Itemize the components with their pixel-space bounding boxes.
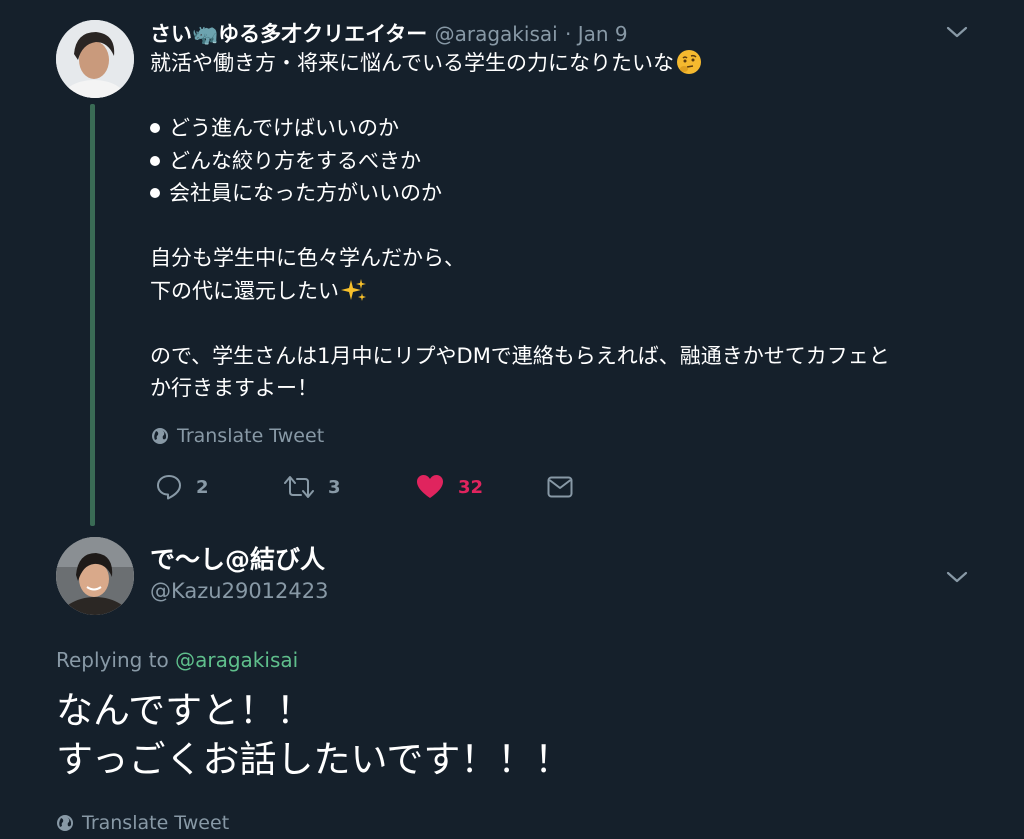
tweet-line: 下の代に還元したい (150, 275, 980, 308)
avatar[interactable] (56, 537, 134, 615)
like-button[interactable]: 32 (416, 474, 483, 500)
tweet-line: 就活や働き方・将来に悩んでいる学生の力になりたいな (150, 47, 980, 80)
avatar[interactable] (56, 20, 134, 98)
chevron-down-icon (946, 26, 968, 38)
tweet-date[interactable]: · Jan 9 (565, 22, 628, 46)
sparkles-emoji-icon (341, 278, 366, 301)
reply-line: すっごくお話したいです！！！ (56, 738, 572, 781)
retweet-button[interactable]: 3 (284, 474, 341, 500)
reply-line: なんですと！！ (56, 689, 314, 732)
retweet-count: 3 (328, 476, 341, 498)
bullet-dot (150, 155, 160, 166)
reply-count: 2 (196, 476, 209, 498)
reply-author-name[interactable]: で〜し@結び人 (150, 540, 325, 576)
replying-to-mention[interactable]: @aragakisai (175, 648, 298, 672)
envelope-icon (547, 476, 573, 498)
translate-tweet-link[interactable]: Translate Tweet (56, 812, 229, 834)
more-menu-button[interactable] (945, 20, 969, 48)
direct-message-button[interactable] (547, 475, 587, 499)
translate-label: Translate Tweet (82, 812, 230, 834)
tweet-line: 自分も学生中に色々学んだから、 (150, 246, 465, 270)
translate-tweet-link[interactable]: Translate Tweet (151, 425, 324, 447)
bullet-dot (150, 188, 160, 199)
reply-author-handle[interactable]: @Kazu29012423 (150, 579, 329, 603)
bullet-item: 会社員になった方がいいのか (150, 177, 980, 210)
chevron-down-icon (946, 571, 968, 583)
thinking-face-emoji-icon (676, 50, 701, 74)
tweet-body: 就活や働き方・将来に悩んでいる学生の力になりたいな どう進んでけばいいのか どん… (150, 47, 980, 405)
retweet-icon (284, 476, 314, 498)
thread-connector-line (90, 104, 95, 526)
like-count: 32 (458, 476, 484, 498)
tweet-line: ので、学生さんは1月中にリプやDMで連絡もらえれば、融通きかせてカフェと (150, 343, 890, 368)
tweet-header: さい🦏ゆる多才クリエイター @aragakisai · Jan 9 (150, 18, 628, 48)
heart-icon (417, 475, 443, 498)
bullet-item: どんな絞り方をするべきか (150, 145, 980, 178)
bullet-dot (150, 123, 160, 134)
reply-body: なんですと！！ すっごくお話したいです！！！ (56, 686, 571, 784)
author-name[interactable]: さい🦏ゆる多才クリエイター (150, 22, 427, 46)
reply-icon (157, 475, 181, 500)
reply-button[interactable]: 2 (156, 474, 209, 500)
replying-prefix: Replying to (56, 648, 169, 672)
bullet-item: どう進んでけばいいのか (150, 112, 980, 145)
more-menu-button[interactable] (945, 565, 969, 593)
author-handle[interactable]: @aragakisai (435, 22, 558, 46)
globe-icon (57, 815, 73, 831)
replying-to-line: Replying to @aragakisai (56, 648, 298, 672)
translate-label: Translate Tweet (177, 425, 325, 447)
globe-icon (152, 428, 168, 444)
tweet-line: か行きますよー！ (150, 376, 318, 400)
